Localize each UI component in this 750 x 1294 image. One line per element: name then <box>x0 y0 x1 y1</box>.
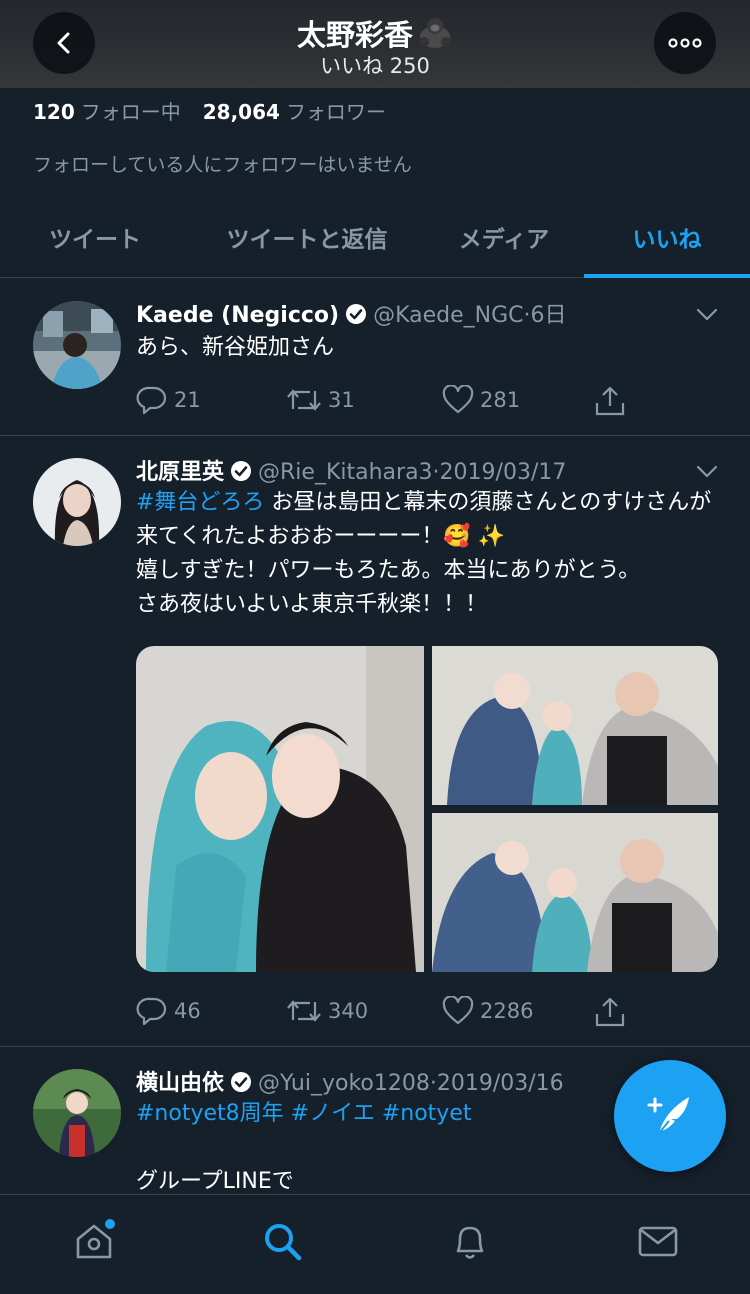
display-name[interactable]: 北原里英 <box>136 460 224 485</box>
bottom-navigation <box>0 1194 750 1294</box>
display-name[interactable]: 横山由依 <box>136 1071 224 1096</box>
tab-tweets[interactable]: ツイート <box>0 196 190 278</box>
user-handle[interactable]: @Kaede_NGC <box>373 303 523 328</box>
tab-likes[interactable]: いいね <box>584 196 750 278</box>
tweet-actions: 21 31 281 <box>136 385 636 419</box>
tweet-text: あら、新谷姫加さん <box>136 335 335 360</box>
retweet-button[interactable]: 340 <box>286 996 368 1026</box>
tweet-time: 6日 <box>530 303 567 328</box>
hashtag-link[interactable]: #舞台どろろ <box>136 490 264 515</box>
tweet-text: #舞台どろろ お昼は島田と幕末の須藤さんとのすけさんが来てくれたよおおおーーーー… <box>136 486 726 622</box>
follow-stats: 120 フォロー中 28,064 フォロワー <box>33 96 408 125</box>
tweet-header: 北原里英 @Rie_Kitahara3·2019/03/17 <box>136 454 566 486</box>
verified-badge-icon <box>346 304 367 324</box>
tweet-actions: 46 340 2286 <box>136 996 636 1030</box>
nav-search[interactable] <box>258 1217 306 1265</box>
tweet-text-line: グループLINEで <box>136 1169 294 1194</box>
like-count: 281 <box>480 388 521 412</box>
nav-messages[interactable] <box>634 1217 682 1265</box>
more-button[interactable] <box>654 12 716 74</box>
retweet-button[interactable]: 31 <box>286 385 355 415</box>
profile-name: 太野彩香 <box>296 18 413 52</box>
retweet-count: 31 <box>328 388 355 412</box>
search-icon <box>265 1224 302 1261</box>
tweet-time: 2019/03/16 <box>436 1071 564 1096</box>
bell-icon <box>456 1226 484 1259</box>
hashtag-link[interactable]: #notyet8周年 #ノイエ #notyet <box>136 1101 472 1126</box>
chevron-down-icon[interactable] <box>694 458 720 484</box>
tweet-text-line: さあ夜はいよいよ東京千秋楽！！！ <box>136 592 488 617</box>
media-photo[interactable] <box>136 646 424 972</box>
share-icon <box>595 386 625 416</box>
profile-title: 太野彩香 <box>0 12 750 54</box>
home-icon <box>76 1219 115 1259</box>
user-handle[interactable]: @Rie_Kitahara3 <box>258 460 433 485</box>
separator: · <box>429 1071 437 1096</box>
reply-button[interactable]: 21 <box>136 385 201 415</box>
media-photo[interactable] <box>432 646 718 805</box>
followers-count: 28,064 <box>202 100 280 124</box>
share-icon <box>595 997 625 1027</box>
tweet-header: 横山由依 @Yui_yoko1208·2019/03/16 <box>136 1065 564 1097</box>
active-tab-indicator <box>584 274 750 278</box>
more-icon <box>668 38 702 48</box>
media-photo[interactable] <box>432 813 718 972</box>
verified-badge-icon <box>231 1072 252 1092</box>
retweet-count: 340 <box>328 999 369 1023</box>
mutual-followers-note: フォローしている人にフォロワーはいません <box>33 154 412 176</box>
likes-count-subtitle: いいね 250 <box>320 54 430 78</box>
profile-header: 太野彩香 いいね 250 <box>0 0 750 88</box>
chevron-down-icon[interactable] <box>694 301 720 327</box>
following-label: フォロー中 <box>80 100 181 124</box>
heart-icon <box>442 385 474 414</box>
nav-notifications[interactable] <box>446 1217 494 1265</box>
tab-media[interactable]: メディア <box>424 196 584 278</box>
avatar[interactable] <box>33 458 121 546</box>
reply-icon <box>136 997 167 1026</box>
retweet-icon <box>287 389 321 411</box>
tab-tweets-and-replies[interactable]: ツイートと返信 <box>190 196 424 278</box>
like-button[interactable]: 2286 <box>442 996 533 1026</box>
tweet-header: Kaede (Negicco) @Kaede_NGC·6日 <box>136 297 567 329</box>
followers-link[interactable]: 28,064 フォロワー <box>203 100 408 124</box>
followers-label: フォロワー <box>285 100 386 124</box>
share-button[interactable] <box>594 996 632 1028</box>
display-name[interactable]: Kaede (Negicco) <box>136 303 339 328</box>
nav-home[interactable] <box>70 1217 118 1265</box>
reply-button[interactable]: 46 <box>136 996 201 1026</box>
mail-icon <box>638 1226 678 1257</box>
verified-badge-icon <box>231 461 252 481</box>
following-count: 120 <box>33 100 75 124</box>
compose-feather-icon <box>647 1097 689 1134</box>
reply-count: 46 <box>174 999 201 1023</box>
separator: · <box>432 460 440 485</box>
profile-tabs: ツイート ツイートと返信 メディア いいね <box>0 196 750 278</box>
compose-tweet-button[interactable] <box>614 1060 726 1172</box>
tweet[interactable]: Kaede (Negicco) @Kaede_NGC·6日 あら、新谷姫加さん 2… <box>0 279 750 436</box>
user-handle[interactable]: @Yui_yoko1208 <box>258 1071 430 1096</box>
like-count: 2286 <box>480 999 534 1023</box>
tweet-text-line: 嬉しすぎた！パワーもろたあ。本当にありがとう。 <box>136 558 641 583</box>
reply-icon <box>136 386 167 415</box>
following-link[interactable]: 120 フォロー中 <box>33 100 203 124</box>
reply-count: 21 <box>174 388 201 412</box>
gorilla-icon <box>419 18 451 48</box>
avatar[interactable] <box>33 1069 121 1157</box>
tweet[interactable]: 北原里英 @Rie_Kitahara3·2019/03/17 #舞台どろろ お昼は… <box>0 436 750 1047</box>
separator: · <box>523 303 531 328</box>
avatar[interactable] <box>33 301 121 389</box>
retweet-icon <box>287 1000 321 1022</box>
heart-icon <box>442 996 474 1025</box>
media-grid <box>136 646 718 972</box>
share-button[interactable] <box>594 385 632 417</box>
tweet-time: 2019/03/17 <box>439 460 567 485</box>
like-button[interactable]: 281 <box>442 385 520 415</box>
